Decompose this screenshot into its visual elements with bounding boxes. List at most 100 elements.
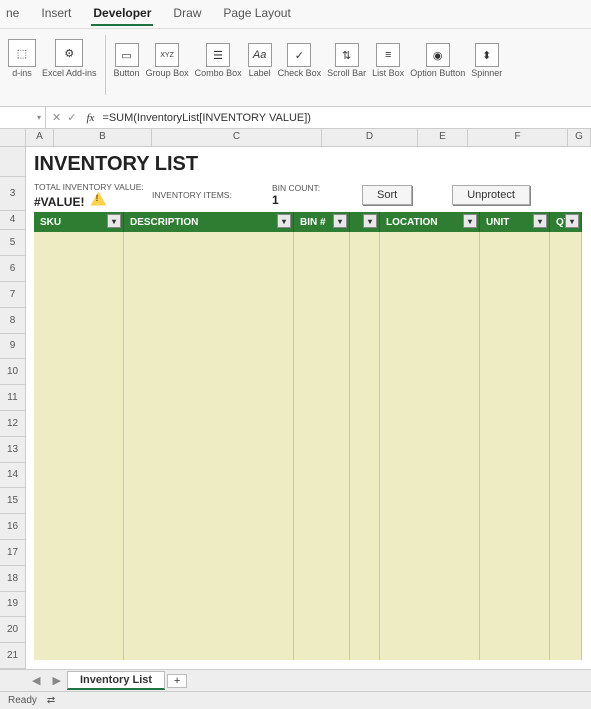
fx-button[interactable]: fx [82, 112, 98, 124]
row-header[interactable]: 18 [0, 566, 25, 592]
col-header-a[interactable]: A [26, 129, 54, 146]
row-header[interactable]: 3 [0, 177, 25, 211]
table-col-qty[interactable] [550, 232, 582, 660]
addins-button[interactable]: ⬚ d-ins [8, 39, 36, 79]
row-header[interactable]: 12 [0, 411, 25, 437]
row-header[interactable] [0, 147, 25, 177]
bin-count-label: BIN COUNT: [272, 183, 342, 193]
addins-icon: ⬚ [8, 39, 36, 67]
row-header[interactable]: 19 [0, 592, 25, 618]
row-header[interactable]: 11 [0, 385, 25, 411]
combobox-control[interactable]: ☰Combo Box [195, 43, 242, 79]
bin-count-value: 1 [272, 193, 342, 207]
total-value: #VALUE! [34, 192, 152, 209]
optionbutton-control[interactable]: ◉Option Button [410, 43, 465, 79]
row-header[interactable]: 10 [0, 359, 25, 385]
checkbox-icon: ✓ [287, 43, 311, 67]
label-icon: Aa [248, 43, 272, 67]
formula-input[interactable]: =SUM(InventoryList[INVENTORY VALUE]) [98, 112, 591, 124]
sheet-nav-prev[interactable]: ◀ [26, 674, 46, 687]
warning-icon [90, 192, 106, 206]
button-control[interactable]: ▭Button [114, 43, 140, 79]
accessibility-icon[interactable]: ⇄ [47, 695, 55, 706]
row-header[interactable]: 21 [0, 643, 25, 669]
th-sku[interactable]: SKU▾ [34, 212, 124, 232]
row-header[interactable]: 20 [0, 617, 25, 643]
th-blank[interactable]: ▾ [350, 212, 380, 232]
th-qty[interactable]: QTY▾ [550, 212, 582, 232]
label-control[interactable]: AaLabel [248, 43, 272, 79]
col-header-d[interactable]: D [322, 129, 418, 146]
th-description[interactable]: DESCRIPTION▾ [124, 212, 294, 232]
grid: 3 4 5 6 7 8 9 10 11 12 13 14 15 16 17 18… [0, 147, 591, 669]
scrollbar-control[interactable]: ⇅Scroll Bar [327, 43, 366, 79]
filter-dropdown-icon[interactable]: ▾ [363, 214, 377, 228]
sheet-nav-next[interactable]: ▶ [46, 674, 66, 687]
col-header-f[interactable]: F [468, 129, 568, 146]
row-header[interactable]: 15 [0, 488, 25, 514]
table-col-location[interactable] [380, 232, 480, 660]
filter-dropdown-icon[interactable]: ▾ [107, 214, 121, 228]
total-value-label: TOTAL INVENTORY VALUE: [34, 182, 152, 192]
table-col-sku[interactable] [34, 232, 124, 660]
table-data-area[interactable] [34, 232, 591, 660]
spinner-control[interactable]: ⬍Spinner [471, 43, 502, 79]
filter-dropdown-icon[interactable]: ▾ [533, 214, 547, 228]
filter-dropdown-icon[interactable]: ▾ [277, 214, 291, 228]
grid-body[interactable]: INVENTORY LIST TOTAL INVENTORY VALUE: #V… [26, 147, 591, 669]
row-header[interactable]: 5 [0, 230, 25, 256]
ribbon-tab-pagelayout[interactable]: Page Layout [221, 2, 292, 26]
table-header-row: SKU▾ DESCRIPTION▾ BIN #▾ ▾ LOCATION▾ UNI… [34, 212, 591, 232]
scrollbar-icon: ⇅ [335, 43, 359, 67]
filter-dropdown-icon[interactable]: ▾ [565, 214, 579, 228]
table-col-blank[interactable] [350, 232, 380, 660]
column-headers: A B C D E F G [0, 129, 591, 147]
groupbox-icon: XYZ [155, 43, 179, 67]
ribbon-group-controls: ▭Button XYZGroup Box ☰Combo Box AaLabel … [110, 35, 507, 79]
addins-label: d-ins [12, 69, 32, 79]
table-col-bin[interactable] [294, 232, 350, 660]
ribbon-divider [105, 35, 106, 95]
sheet-tab-inventory[interactable]: Inventory List [67, 671, 165, 690]
row-header[interactable]: 4 [0, 211, 25, 231]
unprotect-button[interactable]: Unprotect [452, 185, 530, 205]
row-header[interactable]: 8 [0, 308, 25, 334]
ribbon-tab-insert[interactable]: Insert [39, 2, 73, 26]
col-header-b[interactable]: B [54, 129, 152, 146]
row-header[interactable]: 14 [0, 463, 25, 489]
filter-dropdown-icon[interactable]: ▾ [463, 214, 477, 228]
enter-formula-button[interactable]: ✓ [67, 111, 76, 124]
col-header-g[interactable]: G [568, 129, 591, 146]
th-unit[interactable]: UNIT▾ [480, 212, 550, 232]
table-col-unit[interactable] [480, 232, 550, 660]
filter-dropdown-icon[interactable]: ▾ [333, 214, 347, 228]
listbox-control[interactable]: ≡List Box [372, 43, 404, 79]
select-all-corner[interactable] [0, 129, 26, 146]
row-header[interactable]: 13 [0, 437, 25, 463]
page-title: INVENTORY LIST [26, 147, 591, 178]
meta-row: TOTAL INVENTORY VALUE: #VALUE! INVENTORY… [26, 178, 591, 212]
add-sheet-button[interactable]: + [167, 674, 187, 688]
chevron-down-icon: ▾ [37, 113, 41, 122]
row-header[interactable]: 9 [0, 334, 25, 360]
col-header-e[interactable]: E [418, 129, 468, 146]
ribbon-tab-home-partial[interactable]: ne [4, 2, 21, 26]
ribbon-tab-developer[interactable]: Developer [91, 2, 153, 26]
row-header[interactable]: 17 [0, 540, 25, 566]
excel-addins-button[interactable]: ⚙ Excel Add-ins [42, 39, 97, 79]
col-header-c[interactable]: C [152, 129, 322, 146]
checkbox-control[interactable]: ✓Check Box [278, 43, 322, 79]
row-header[interactable]: 6 [0, 256, 25, 282]
ribbon-tab-draw[interactable]: Draw [171, 2, 203, 26]
th-bin[interactable]: BIN #▾ [294, 212, 350, 232]
cancel-formula-button[interactable]: ✕ [52, 111, 61, 124]
row-header[interactable]: 7 [0, 282, 25, 308]
th-location[interactable]: LOCATION▾ [380, 212, 480, 232]
table-col-description[interactable] [124, 232, 294, 660]
sort-button[interactable]: Sort [362, 185, 412, 205]
formula-bar: ▾ ✕ ✓ fx =SUM(InventoryList[INVENTORY VA… [0, 107, 591, 129]
listbox-icon: ≡ [376, 43, 400, 67]
name-box[interactable]: ▾ [0, 107, 46, 128]
groupbox-control[interactable]: XYZGroup Box [146, 43, 189, 79]
row-header[interactable]: 16 [0, 514, 25, 540]
